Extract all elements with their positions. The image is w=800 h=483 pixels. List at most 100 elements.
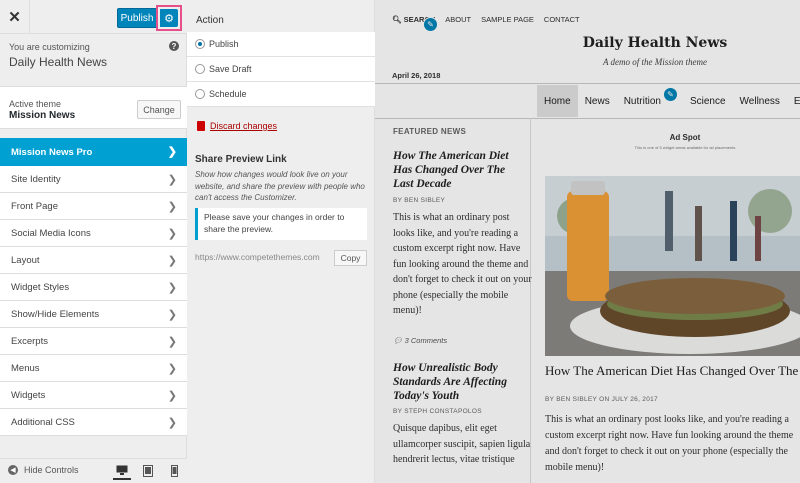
post-byline: BY STEPH CONSTAPOLOS <box>393 408 482 415</box>
chevron-right-icon: ❯ <box>167 336 177 348</box>
radio-button[interactable] <box>195 64 205 74</box>
radio-label: Schedule <box>209 89 247 99</box>
top-nav-sample-page[interactable]: SAMPLE PAGE <box>481 15 534 24</box>
menu-item-label: Show/Hide Elements <box>11 308 100 320</box>
change-theme-button[interactable]: Change <box>137 100 181 119</box>
menu-item-site-identity[interactable]: Site Identity ❯ <box>0 166 187 193</box>
ad-spot-title: Ad Spot <box>669 133 701 142</box>
main-post-title-link[interactable]: How The American Diet Has Changed Over T… <box>545 363 800 379</box>
customizer-sidebar: ✕ Publish ⚙ You are customizing Daily He… <box>0 0 187 483</box>
top-nav-contact[interactable]: CONTACT <box>544 15 580 24</box>
menu-item-layout[interactable]: Layout ❯ <box>0 247 187 274</box>
radio-label: Publish <box>209 39 239 49</box>
publish-button[interactable]: Publish <box>117 8 157 28</box>
publish-settings-panel: Action Publish Save Draft Schedule Disca… <box>187 0 375 483</box>
chevron-right-icon: ❯ <box>167 417 177 429</box>
menu-item-mission-news-pro[interactable]: Mission News Pro ❯ <box>0 138 187 166</box>
radio-schedule[interactable]: Schedule <box>187 82 375 107</box>
edit-shortcut-icon[interactable]: ✎ <box>663 87 678 102</box>
main-post-excerpt: This is what an ordinary post looks like… <box>545 414 794 473</box>
share-preview-description: Show how changes would look live on your… <box>195 170 365 202</box>
chevron-right-icon: ❯ <box>167 390 177 402</box>
post-title-link[interactable]: How The American Diet Has Changed Over T… <box>393 149 528 191</box>
menu-item-widgets[interactable]: Widgets ❯ <box>0 382 187 409</box>
mobile-preview-icon[interactable] <box>165 462 183 480</box>
menu-item-label: Additional CSS <box>11 416 75 428</box>
post-excerpt: Quisque dapibus, elit eget ullamcorper s… <box>393 423 531 465</box>
theme-name: Mission News <box>9 110 76 121</box>
radio-button[interactable] <box>195 89 205 99</box>
help-icon[interactable]: ? <box>169 41 179 51</box>
trash-icon <box>197 121 205 131</box>
comments-link[interactable]: 💬︎ 3 Comments <box>393 336 447 345</box>
menu-item-label: Widgets <box>11 389 46 401</box>
radio-publish[interactable]: Publish <box>187 32 375 57</box>
customizer-footer: ◀ Hide Controls <box>0 458 187 483</box>
site-name: Daily Health News <box>9 55 108 69</box>
nav-wellness[interactable]: Wellness <box>733 85 787 117</box>
chevron-right-icon: ❯ <box>167 363 177 375</box>
customizer-app: ✕ Publish ⚙ You are customizing Daily He… <box>0 0 800 483</box>
site-title[interactable]: Daily Health News <box>555 35 755 51</box>
edit-shortcut-icon[interactable]: ✎ <box>423 17 438 32</box>
ad-spot-description: This is one of 5 widget areas available … <box>634 145 736 150</box>
publish-settings-button[interactable]: ⚙ <box>156 5 182 31</box>
copy-button[interactable]: Copy <box>334 250 367 266</box>
top-navigation: 🔍︎ SEARCH ABOUT SAMPLE PAGE CONTACT <box>392 15 580 24</box>
nav-science[interactable]: Science <box>668 85 733 117</box>
menu-item-show-hide-elements[interactable]: Show/Hide Elements ❯ <box>0 301 187 328</box>
comment-icon: 💬︎ <box>393 336 403 345</box>
nav-home[interactable]: Home <box>537 85 578 117</box>
tablet-preview-icon[interactable] <box>139 462 157 480</box>
menu-item-menus[interactable]: Menus ❯ <box>0 355 187 382</box>
chevron-right-icon: ❯ <box>167 255 177 267</box>
menu-item-label: Widget Styles <box>11 281 70 293</box>
nav-nutrition[interactable]: Nutrition <box>617 85 668 117</box>
menu-item-excerpts[interactable]: Excerpts ❯ <box>0 328 187 355</box>
customizer-menu: Mission News Pro ❯ Site Identity ❯ Front P… <box>0 138 187 436</box>
top-nav-about[interactable]: ABOUT <box>445 15 471 24</box>
menu-item-label: Front Page <box>11 200 58 212</box>
comments-label: 3 Comments <box>404 336 448 345</box>
menu-item-widget-styles[interactable]: Widget Styles ❯ <box>0 274 187 301</box>
featured-image[interactable] <box>545 176 800 356</box>
post-excerpt: This is what an ordinary post looks like… <box>393 212 532 316</box>
action-heading: Action <box>196 15 224 26</box>
close-icon[interactable]: ✕ <box>0 0 30 34</box>
customizing-label: You are customizing <box>9 42 90 52</box>
desktop-preview-icon[interactable] <box>113 462 131 480</box>
share-preview-heading: Share Preview Link <box>195 154 287 165</box>
gear-icon: ⚙ <box>160 9 178 27</box>
nav-exe[interactable]: Exe <box>787 85 800 117</box>
chevron-right-icon: ❯ <box>167 174 177 186</box>
main-post-byline: BY BEN SIBLEY ON JULY 26, 2017 <box>545 396 658 403</box>
site-preview: 🔍︎ SEARCH ABOUT SAMPLE PAGE CONTACT ✎ Da… <box>375 0 800 483</box>
chevron-right-icon: ❯ <box>167 201 177 213</box>
share-preview-url[interactable]: https://www.competethemes.com <box>195 252 329 262</box>
discard-changes-link[interactable]: Discard changes <box>197 121 277 131</box>
menu-item-label: Site Identity <box>11 173 61 185</box>
menu-item-additional-css[interactable]: Additional CSS ❯ <box>0 409 187 436</box>
discard-label: Discard changes <box>210 121 278 131</box>
menu-item-social-media-icons[interactable]: Social Media Icons ❯ <box>0 220 187 247</box>
radio-save-draft[interactable]: Save Draft <box>187 57 375 82</box>
chevron-right-icon: ❯ <box>167 228 177 240</box>
customizing-info: You are customizing Daily Health News ? <box>0 34 187 78</box>
active-theme-label: Active theme <box>9 99 62 109</box>
menu-item-label: Menus <box>11 362 40 374</box>
radio-button[interactable] <box>195 39 205 49</box>
post-title-link[interactable]: How Unrealistic Body Standards Are Affec… <box>393 361 528 403</box>
arrow-left-icon: ◀ <box>8 465 18 475</box>
featured-news-heading: FEATURED NEWS <box>393 127 467 136</box>
nav-news[interactable]: News <box>578 85 617 117</box>
menu-item-front-page[interactable]: Front Page ❯ <box>0 193 187 220</box>
divider <box>375 83 800 84</box>
menu-item-label: Social Media Icons <box>11 227 91 239</box>
hide-controls-button[interactable]: ◀ Hide Controls <box>8 465 79 475</box>
post-byline: BY BEN SIBLEY <box>393 197 446 204</box>
header-date: April 26, 2018 <box>392 71 441 80</box>
chevron-right-icon: ❯ <box>167 146 177 158</box>
chevron-right-icon: ❯ <box>167 309 177 321</box>
share-preview-notice: Please save your changes in order to sha… <box>195 208 367 240</box>
hide-controls-label: Hide Controls <box>24 465 79 475</box>
